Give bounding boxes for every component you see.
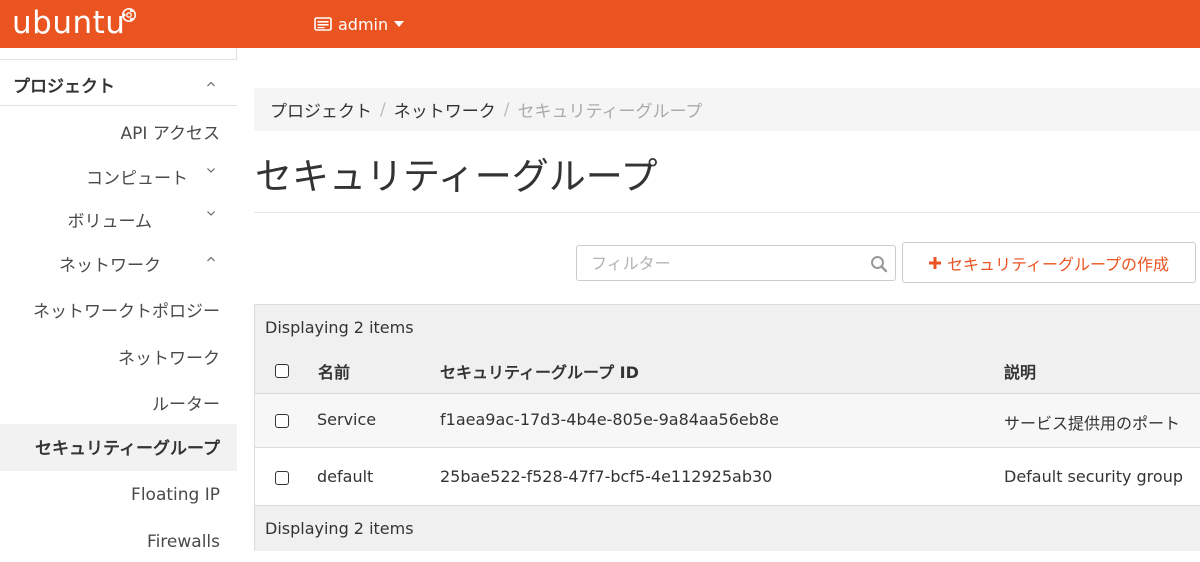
circle-of-friends-icon bbox=[122, 8, 136, 22]
user-menu-dropdown[interactable]: admin bbox=[314, 12, 405, 36]
chevron-down-icon[interactable] bbox=[206, 209, 216, 217]
plus-icon bbox=[928, 256, 941, 269]
row-checkbox[interactable] bbox=[275, 414, 289, 428]
table-header: Displaying 2 items 名前 セキュリティーグループ ID 説明 bbox=[255, 305, 1200, 394]
sidebar-item-label: Floating IP bbox=[131, 485, 220, 505]
breadcrumb-item-project[interactable]: プロジェクト bbox=[270, 97, 372, 122]
sidebar-item-network-topology[interactable]: ネットワークトポロジー bbox=[33, 297, 220, 322]
breadcrumb-item-current: セキュリティーグループ bbox=[517, 102, 703, 122]
filter-input[interactable] bbox=[577, 246, 859, 280]
breadcrumb-item-network[interactable]: ネットワーク bbox=[394, 97, 496, 122]
column-header-description[interactable]: 説明 bbox=[1004, 359, 1036, 383]
sidebar-item-firewalls[interactable]: Firewalls bbox=[147, 532, 220, 552]
security-groups-table: Displaying 2 items 名前 セキュリティーグループ ID 説明 … bbox=[254, 304, 1200, 551]
sidebar-item-label[interactable]: セキュリティーグループ bbox=[35, 434, 220, 459]
create-security-group-button[interactable]: セキュリティーグループの作成 bbox=[902, 242, 1196, 283]
title-divider bbox=[254, 212, 1200, 213]
sidebar-section-label: プロジェクト bbox=[13, 77, 115, 97]
row-name: Service bbox=[317, 410, 377, 429]
row-id: f1aea9ac-17d3-4b4e-805e-9a84aa56eb8e bbox=[440, 410, 779, 429]
filter-box bbox=[576, 245, 896, 281]
page-title: セキュリティーグループ bbox=[255, 155, 658, 198]
search-icon[interactable] bbox=[870, 255, 888, 273]
breadcrumb-separator: / bbox=[503, 99, 510, 120]
row-description: サービス提供用のポート bbox=[1004, 414, 1181, 433]
create-button-label: セキュリティーグループの作成 bbox=[946, 254, 1170, 274]
select-all-checkbox[interactable] bbox=[275, 364, 289, 378]
row-id: 25bae522-f528-47f7-bcf5-4e112925ab30 bbox=[440, 467, 773, 486]
sidebar-item-label: ルーター bbox=[152, 395, 220, 415]
sidebar-top-divider bbox=[0, 48, 237, 60]
table-row: Service f1aea9ac-17d3-4b4e-805e-9a84aa56… bbox=[255, 394, 1200, 448]
user-card-icon bbox=[314, 17, 332, 31]
sidebar-item-label: ネットワークトポロジー bbox=[33, 302, 220, 322]
breadcrumb: プロジェクト / ネットワーク / セキュリティーグループ bbox=[254, 88, 1200, 131]
row-name: default bbox=[317, 467, 374, 486]
logo-text: ubuntu bbox=[12, 5, 126, 41]
sidebar-item-label: Firewalls bbox=[147, 532, 220, 552]
sidebar-item-volumes[interactable]: ボリューム bbox=[68, 207, 153, 232]
sidebar-item-label: ボリューム bbox=[67, 212, 153, 232]
sidebar-item-network-group[interactable]: ネットワーク bbox=[59, 251, 161, 276]
breadcrumb-separator: / bbox=[380, 99, 386, 120]
caret-down-icon bbox=[394, 21, 405, 27]
sidebar-item-label: ネットワーク bbox=[59, 256, 161, 276]
sidebar-item-floating-ip[interactable]: Floating IP bbox=[131, 485, 220, 505]
table-footer: Displaying 2 items bbox=[255, 506, 1200, 551]
chevron-up-icon[interactable] bbox=[206, 255, 216, 263]
sidebar-item-label: ネットワーク bbox=[118, 349, 220, 369]
sidebar: プロジェクト API アクセス コンピュート ボリューム ネットワーク ネットワ… bbox=[0, 48, 237, 562]
sidebar-item-networks[interactable]: ネットワーク bbox=[118, 344, 220, 369]
row-description: Default security group bbox=[1004, 467, 1183, 486]
sidebar-item-api-access[interactable]: API アクセス bbox=[121, 119, 220, 144]
sidebar-item-compute[interactable]: コンピュート bbox=[86, 164, 188, 189]
chevron-down-icon[interactable] bbox=[206, 166, 216, 174]
column-header-name[interactable]: 名前 bbox=[318, 359, 350, 383]
chevron-up-icon bbox=[207, 81, 215, 87]
column-header-id[interactable]: セキュリティーグループ ID bbox=[440, 359, 639, 383]
row-checkbox[interactable] bbox=[275, 471, 289, 485]
sidebar-item-routers[interactable]: ルーター bbox=[152, 390, 220, 415]
user-name: admin bbox=[338, 14, 389, 34]
sidebar-section-project[interactable]: プロジェクト bbox=[0, 61, 237, 106]
ubuntu-logo[interactable]: ubuntu bbox=[12, 3, 125, 43]
sidebar-item-label: コンピュート bbox=[86, 169, 188, 189]
table-footer-count: Displaying 2 items bbox=[265, 519, 414, 538]
top-navbar: ubuntu admin bbox=[0, 0, 1200, 48]
sidebar-item-label: API アクセス bbox=[120, 124, 220, 144]
table-row: default 25bae522-f528-47f7-bcf5-4e112925… bbox=[255, 448, 1200, 506]
table-count: Displaying 2 items bbox=[265, 318, 414, 337]
